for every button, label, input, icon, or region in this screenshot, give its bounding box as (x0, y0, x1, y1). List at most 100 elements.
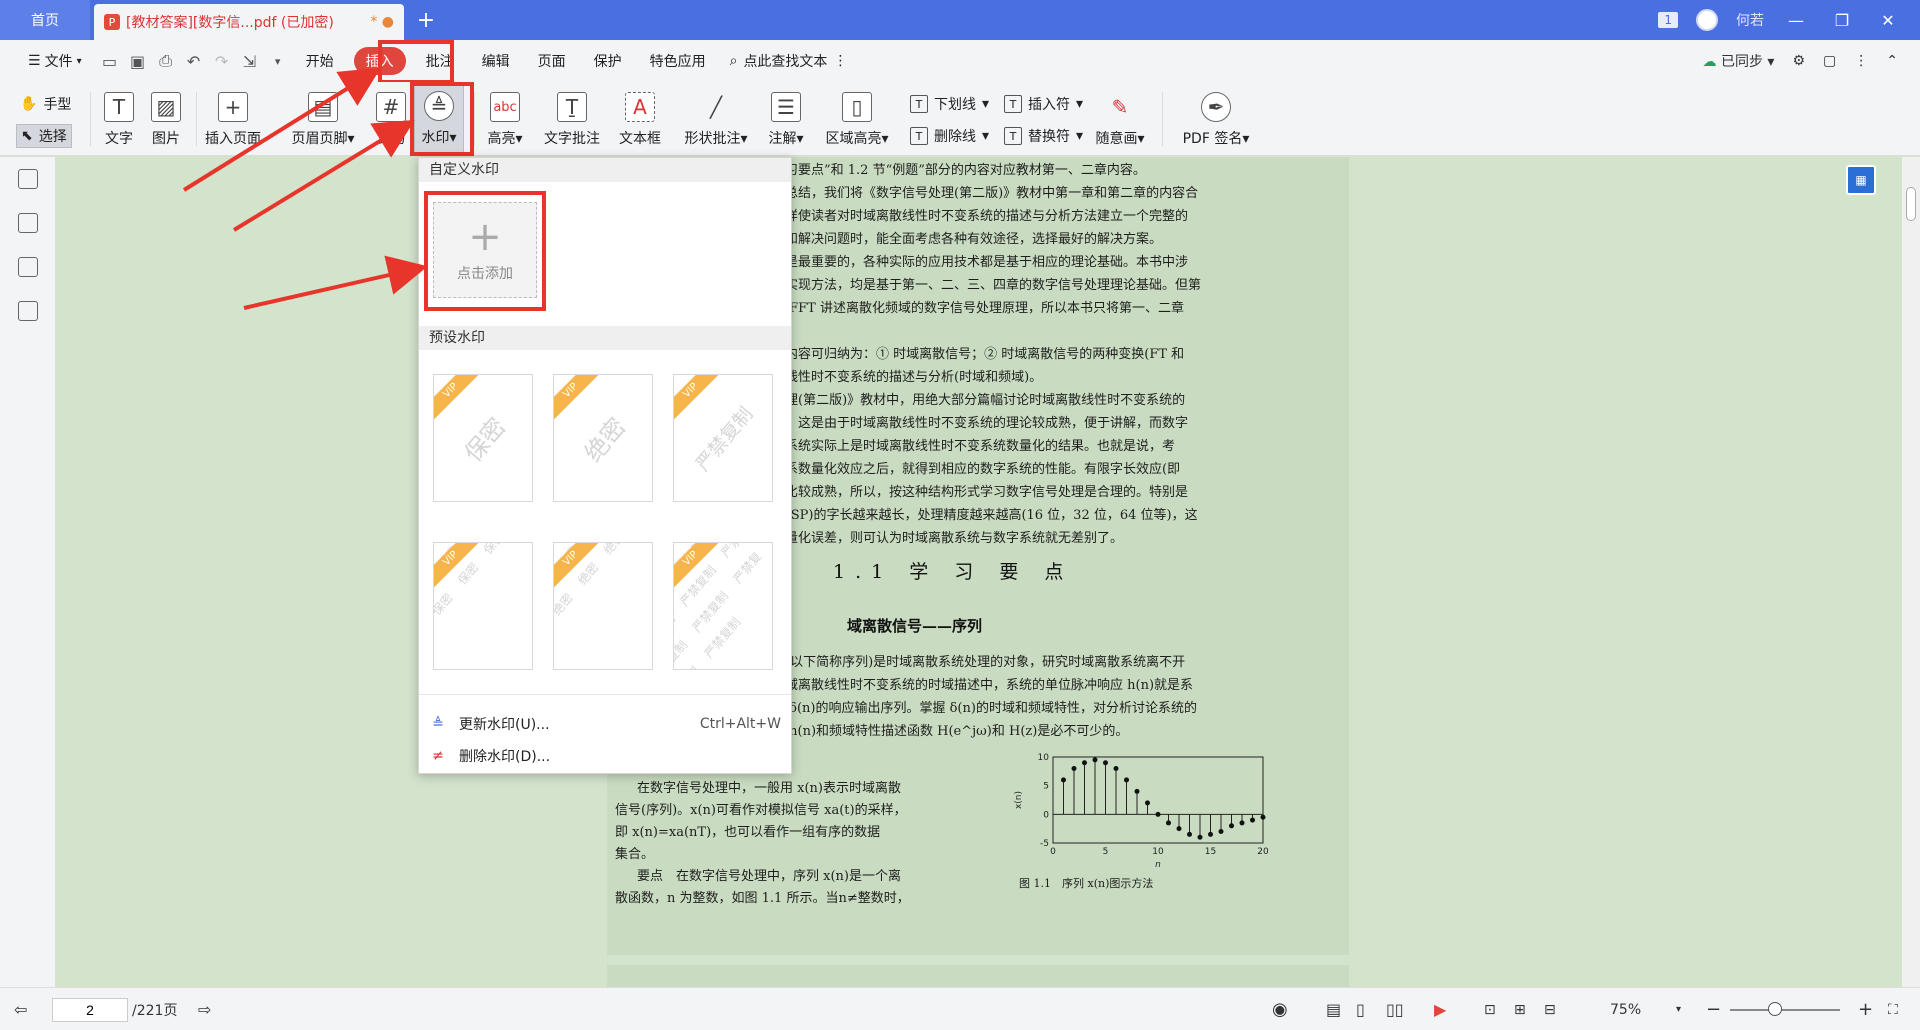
vertical-scrollbar[interactable] (1902, 157, 1920, 987)
stem-point (1176, 826, 1182, 832)
chat-icon[interactable]: ▢ (1823, 53, 1836, 69)
more-vertical-icon[interactable]: ⋮ (1854, 53, 1868, 69)
scroll-thumb[interactable] (1906, 187, 1916, 221)
signature-panel-icon[interactable] (18, 301, 38, 321)
pdf-icon: P (104, 14, 120, 30)
update-watermark-item[interactable]: ≜ 更新水印(U)... Ctrl+Alt+W (429, 710, 781, 738)
page-number-button[interactable]: # 页码 (372, 82, 410, 156)
prev-page-icon[interactable]: ⇦ (14, 988, 27, 1030)
next-page-icon[interactable]: ⇨ (198, 988, 211, 1030)
redo-icon[interactable]: ↷ (208, 52, 236, 71)
annotations-icon[interactable] (18, 257, 38, 277)
menu-features[interactable]: 特色应用 (636, 51, 720, 71)
zoom-level[interactable]: 75% (1610, 988, 1641, 1030)
menu-start[interactable]: 开始 (292, 51, 348, 71)
two-page-view-icon[interactable]: ▯▯ (1386, 988, 1404, 1030)
header-footer-button[interactable]: ▤ 页眉页脚▾ (286, 82, 360, 156)
sync-status[interactable]: ☁ 已同步 ▾ (1703, 51, 1775, 71)
menu-protect[interactable]: 保护 (580, 51, 636, 71)
textbox-button[interactable]: A 文本框 (616, 82, 664, 156)
single-page-view-icon[interactable]: ▤ (1326, 988, 1341, 1030)
stem-point (1092, 757, 1098, 763)
user-name[interactable]: 何若 (1736, 10, 1764, 30)
select-tool[interactable]: ⬉ 选择 (16, 124, 72, 148)
avatar[interactable] (1696, 9, 1718, 31)
document-view[interactable]: 学习要点”和 1.2 节“例题”部分的内容对应教材第一、二章内容。 纳总结，我们将… (57, 157, 1902, 987)
page-badge[interactable]: 1 (1658, 12, 1678, 28)
zoom-slider[interactable] (1730, 1001, 1840, 1016)
minimize-icon[interactable]: — (1782, 11, 1810, 30)
strikethrough-button[interactable]: T 删除线 ▾ (910, 126, 989, 146)
document-line: 纳总结，我们将《数字信号处理(第二版)》教材中第一章和第二章的内容合 (772, 186, 1199, 201)
preset-watermark-no-copy[interactable]: VIP 严禁复制 (673, 374, 773, 502)
more-dropdown-icon[interactable]: ▾ (264, 55, 292, 68)
restore-icon[interactable]: ❐ (1828, 11, 1856, 30)
page-number-input[interactable] (52, 997, 128, 1022)
find-text[interactable]: ⌕ 点此查找文本 ⋮ (720, 51, 858, 71)
tab-document[interactable]: P [教材答案][数字信...pdf (已加密) * ● (94, 4, 404, 40)
tab-home[interactable]: 首页 (0, 0, 90, 40)
export-icon[interactable]: ⇲ (236, 52, 264, 71)
hand-tool[interactable]: ✋ 手型 (20, 94, 71, 114)
area-highlight-button[interactable]: ▯ 区域高亮▾ (820, 82, 894, 156)
preset-watermark-no-copy-tiled[interactable]: 严禁复制 严禁复制 严禁复制 严禁复制 严禁复制 严禁复制 严禁复制 严禁复制V… (673, 542, 773, 670)
delete-watermark-item[interactable]: ≠ 删除水印(D)... (429, 742, 781, 770)
outline-icon[interactable] (18, 169, 38, 189)
document-line: 往是最重要的，各种实际的应用技术都是基于相应的理论基础。本书中涉 (772, 255, 1189, 270)
play-icon[interactable]: ▶ (1434, 988, 1446, 1030)
pen-icon: ✎ (1111, 95, 1129, 119)
freehand-button[interactable]: ✎ 随意画▾ (1092, 82, 1148, 156)
zoom-out-icon[interactable]: − (1706, 988, 1721, 1030)
document-line: 列 δ(n)的响应输出序列。掌握 δ(n)的时域和频域特性，对分析讨论系统的 (772, 701, 1197, 716)
menu-edit[interactable]: 编辑 (468, 51, 524, 71)
undo-icon[interactable]: ↶ (180, 52, 208, 71)
translate-tool-icon[interactable]: ▦ (1846, 165, 1876, 195)
preset-watermark-secret[interactable]: VIP 保密 (433, 374, 533, 502)
fullscreen-icon[interactable]: ⛶ (1888, 988, 1898, 1030)
file-menu[interactable]: ☰ 文件 ▾ (14, 51, 96, 71)
highlight-button[interactable]: abc 高亮▾ (482, 82, 528, 156)
actual-size-icon[interactable]: ⊡ (1484, 988, 1496, 1030)
close-icon[interactable]: ✕ (1874, 11, 1902, 30)
preset-watermark-top-secret-tiled[interactable]: 绝密 绝密 绝密 绝密 绝密 绝密 绝密 绝密VIP (553, 542, 653, 670)
comment-button[interactable]: ☰ 注解▾ (764, 82, 808, 156)
shape-annotation-button[interactable]: ╱ 形状批注▾ (678, 82, 754, 156)
x-axis-label: n (1155, 860, 1161, 870)
insert-image-label: 图片 (152, 131, 180, 147)
figure-caption: 图 1.1 序列 x(n)图示方法 (1019, 877, 1154, 890)
zoom-slider-knob[interactable] (1768, 1001, 1782, 1016)
eye-protection-icon[interactable]: ◉ (1272, 988, 1288, 1030)
zoom-in-icon[interactable]: + (1858, 988, 1873, 1030)
preset-watermark-top-secret[interactable]: VIP 绝密 (553, 374, 653, 502)
separator (90, 92, 91, 146)
document-line: 散函数，n 为整数，如图 1.1 所示。当n≠整数时， (615, 891, 910, 906)
thumbnail-icon[interactable] (18, 213, 38, 233)
new-tab-button[interactable]: + (404, 0, 448, 40)
insert-page-button[interactable]: + 插入页面 (200, 82, 266, 156)
open-icon[interactable]: ▭ (96, 52, 124, 71)
collapse-ribbon-icon[interactable]: ⌃ (1886, 53, 1898, 69)
save-icon[interactable]: ▣ (124, 52, 152, 71)
replace-mark-button[interactable]: T 替换符 ▾ (1004, 126, 1083, 146)
insert-mark-button[interactable]: T 插入符 ▾ (1004, 94, 1083, 114)
print-icon[interactable]: ⎙ (152, 51, 180, 71)
page-number-icon: # (376, 92, 406, 122)
stem-point (1250, 817, 1255, 823)
stem-point (1145, 800, 1150, 806)
line-icon: ╱ (709, 95, 723, 119)
chevron-down-icon: ▾ (76, 55, 82, 67)
insert-text-button[interactable]: T 文字 (100, 82, 138, 156)
underline-button[interactable]: T 下划线 ▾ (910, 94, 989, 114)
gear-icon[interactable]: ⚙ (1792, 53, 1805, 69)
continuous-view-icon[interactable]: ▯ (1356, 988, 1365, 1030)
preset-watermark-secret-tiled[interactable]: 保密 保密 保密 保密 保密 保密 保密 保密VIP (433, 542, 533, 670)
text-annotation-button[interactable]: Ṯ 文字批注 (540, 82, 604, 156)
fit-width-icon[interactable]: ⊟ (1544, 988, 1556, 1030)
insert-image-button[interactable]: ▨ 图片 (146, 82, 186, 156)
x-tick-label: 20 (1257, 847, 1269, 857)
more-icon: ⋮ (833, 53, 848, 69)
zoom-dropdown-icon[interactable]: ▾ (1676, 988, 1681, 1030)
menu-page[interactable]: 页面 (524, 51, 580, 71)
pdf-sign-button[interactable]: ✒ PDF 签名▾ (1176, 82, 1256, 156)
fit-page-icon[interactable]: ⊞ (1514, 988, 1526, 1030)
